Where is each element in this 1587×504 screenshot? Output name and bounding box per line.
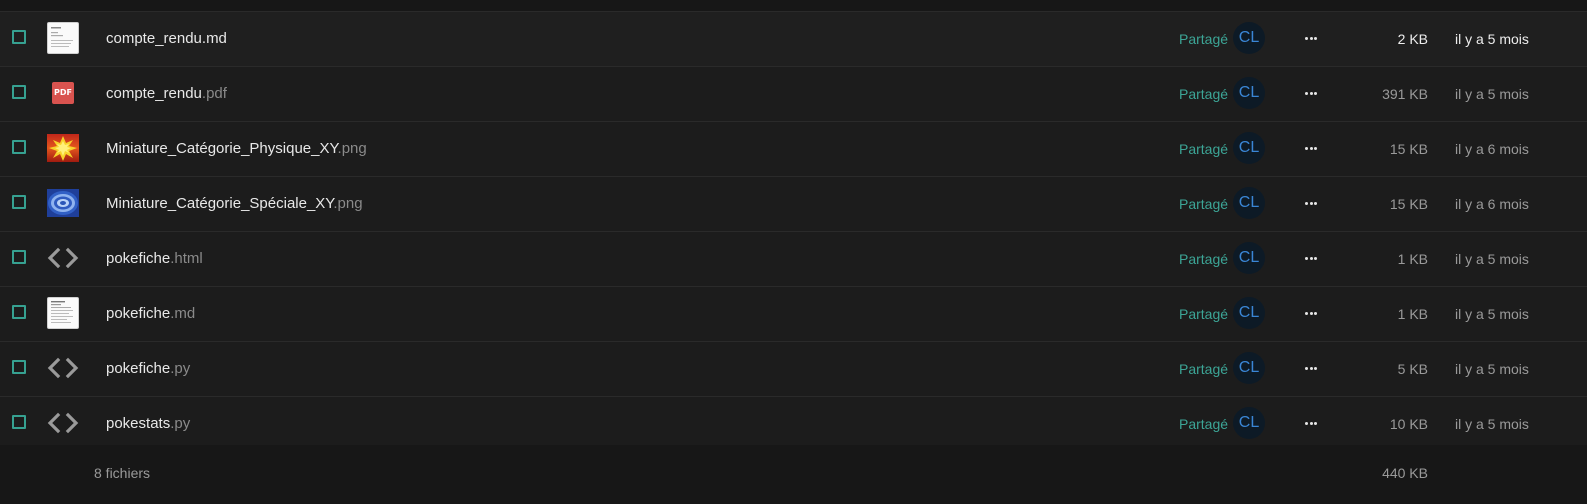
file-size: 2 KB: [1397, 31, 1428, 47]
pdf-icon: PDF: [47, 77, 79, 109]
file-modified: il y a 5 mois: [1455, 306, 1529, 322]
file-name[interactable]: pokestats.py: [106, 397, 190, 451]
code-icon: [47, 242, 79, 274]
share-status-link[interactable]: Partagé: [1179, 397, 1228, 451]
owner-avatar[interactable]: CL: [1233, 132, 1265, 164]
owner-avatar[interactable]: CL: [1233, 22, 1265, 54]
file-name-extension: .py: [170, 415, 191, 432]
file-row[interactable]: compte_rendu.md Partagé CL 2 KB il y a 5…: [0, 12, 1587, 67]
file-size: 1 KB: [1397, 251, 1428, 267]
file-name-base: pokefiche: [106, 250, 171, 267]
image-speciale-thumbnail-icon: [47, 187, 79, 219]
file-size: 1 KB: [1397, 306, 1428, 322]
more-options-icon[interactable]: [1297, 77, 1325, 109]
file-name-extension: .md: [170, 305, 196, 322]
file-row[interactable]: pokefiche.md Partagé CL 1 KB il y a 5 mo…: [0, 287, 1587, 342]
file-name-extension: .png: [333, 195, 363, 212]
owner-avatar[interactable]: CL: [1233, 77, 1265, 109]
share-status-link[interactable]: Partagé: [1179, 12, 1228, 66]
code-icon: [47, 407, 79, 439]
row-checkbox[interactable]: [12, 250, 26, 264]
owner-avatar[interactable]: CL: [1233, 242, 1265, 274]
file-modified: il y a 6 mois: [1455, 141, 1529, 157]
file-name-base: pokefiche: [106, 360, 171, 377]
more-options-icon[interactable]: [1297, 352, 1325, 384]
file-size: 15 KB: [1389, 141, 1428, 157]
file-name-extension: .html: [170, 250, 203, 267]
row-checkbox[interactable]: [12, 30, 26, 44]
file-row[interactable]: PDF compte_rendu.pdf Partagé CL 391 KB i…: [0, 67, 1587, 122]
file-modified: il y a 5 mois: [1455, 251, 1529, 267]
file-modified: il y a 5 mois: [1455, 361, 1529, 377]
file-modified: il y a 6 mois: [1455, 196, 1529, 212]
row-checkbox[interactable]: [12, 305, 26, 319]
file-modified: il y a 5 mois: [1455, 31, 1529, 47]
file-name[interactable]: Miniature_Catégorie_Spéciale_XY.png: [106, 177, 363, 231]
owner-avatar[interactable]: CL: [1233, 187, 1265, 219]
file-name[interactable]: compte_rendu.md: [106, 12, 227, 66]
code-icon: [47, 352, 79, 384]
file-rows: compte_rendu.md Partagé CL 2 KB il y a 5…: [0, 12, 1587, 452]
file-row[interactable]: pokefiche.py Partagé CL 5 KB il y a 5 mo…: [0, 342, 1587, 397]
more-options-icon[interactable]: [1297, 407, 1325, 439]
file-name[interactable]: pokefiche.md: [106, 287, 195, 341]
file-list: compte_rendu.md Partagé CL 2 KB il y a 5…: [0, 0, 1587, 504]
row-checkbox[interactable]: [12, 360, 26, 374]
markdown-thumbnail-icon: [47, 297, 79, 329]
file-modified: il y a 5 mois: [1455, 86, 1529, 102]
file-name[interactable]: compte_rendu.pdf: [106, 67, 227, 121]
file-count: 8 fichiers: [94, 465, 151, 481]
file-modified: il y a 5 mois: [1455, 416, 1529, 432]
file-name[interactable]: pokefiche.html: [106, 232, 203, 286]
share-status-link[interactable]: Partagé: [1179, 232, 1228, 286]
image-physique-thumbnail-icon: [47, 132, 79, 164]
more-options-icon[interactable]: [1297, 242, 1325, 274]
markdown-thumbnail-icon: [47, 22, 79, 54]
row-checkbox[interactable]: [12, 415, 26, 429]
file-name-base: compte_rendu.md: [106, 30, 227, 47]
row-checkbox[interactable]: [12, 140, 26, 154]
share-status-link[interactable]: Partagé: [1179, 287, 1228, 341]
file-row[interactable]: Miniature_Catégorie_Spéciale_XY.png Part…: [0, 177, 1587, 232]
owner-avatar[interactable]: CL: [1233, 407, 1265, 439]
row-checkbox[interactable]: [12, 85, 26, 99]
share-status-link[interactable]: Partagé: [1179, 342, 1228, 396]
more-options-icon[interactable]: [1297, 22, 1325, 54]
more-options-icon[interactable]: [1297, 187, 1325, 219]
share-status-link[interactable]: Partagé: [1179, 177, 1228, 231]
file-name-base: pokestats: [106, 415, 171, 432]
total-size: 440 KB: [1382, 465, 1428, 481]
file-size: 10 KB: [1389, 416, 1428, 432]
more-options-icon[interactable]: [1297, 297, 1325, 329]
file-row[interactable]: pokestats.py Partagé CL 10 KB il y a 5 m…: [0, 397, 1587, 452]
file-size: 5 KB: [1397, 361, 1428, 377]
file-name[interactable]: pokefiche.py: [106, 342, 190, 396]
file-name-base: pokefiche: [106, 305, 171, 322]
list-top-divider: [0, 0, 1587, 12]
file-size: 15 KB: [1389, 196, 1428, 212]
row-checkbox[interactable]: [12, 195, 26, 209]
file-name[interactable]: Miniature_Catégorie_Physique_XY.png: [106, 122, 367, 176]
file-row[interactable]: pokefiche.html Partagé CL 1 KB il y a 5 …: [0, 232, 1587, 287]
file-name-extension: .png: [337, 140, 367, 157]
file-name-extension: .pdf: [201, 85, 227, 102]
owner-avatar[interactable]: CL: [1233, 352, 1265, 384]
file-row[interactable]: Miniature_Catégorie_Physique_XY.png Part…: [0, 122, 1587, 177]
share-status-link[interactable]: Partagé: [1179, 122, 1228, 176]
file-name-base: compte_rendu: [106, 85, 202, 102]
file-name-extension: .py: [170, 360, 191, 377]
file-name-base: Miniature_Catégorie_Physique_XY: [106, 140, 338, 157]
file-name-base: Miniature_Catégorie_Spéciale_XY: [106, 195, 334, 212]
more-options-icon[interactable]: [1297, 132, 1325, 164]
file-size: 391 KB: [1382, 86, 1428, 102]
share-status-link[interactable]: Partagé: [1179, 67, 1228, 121]
list-footer: 8 fichiers 440 KB: [0, 445, 1587, 504]
owner-avatar[interactable]: CL: [1233, 297, 1265, 329]
